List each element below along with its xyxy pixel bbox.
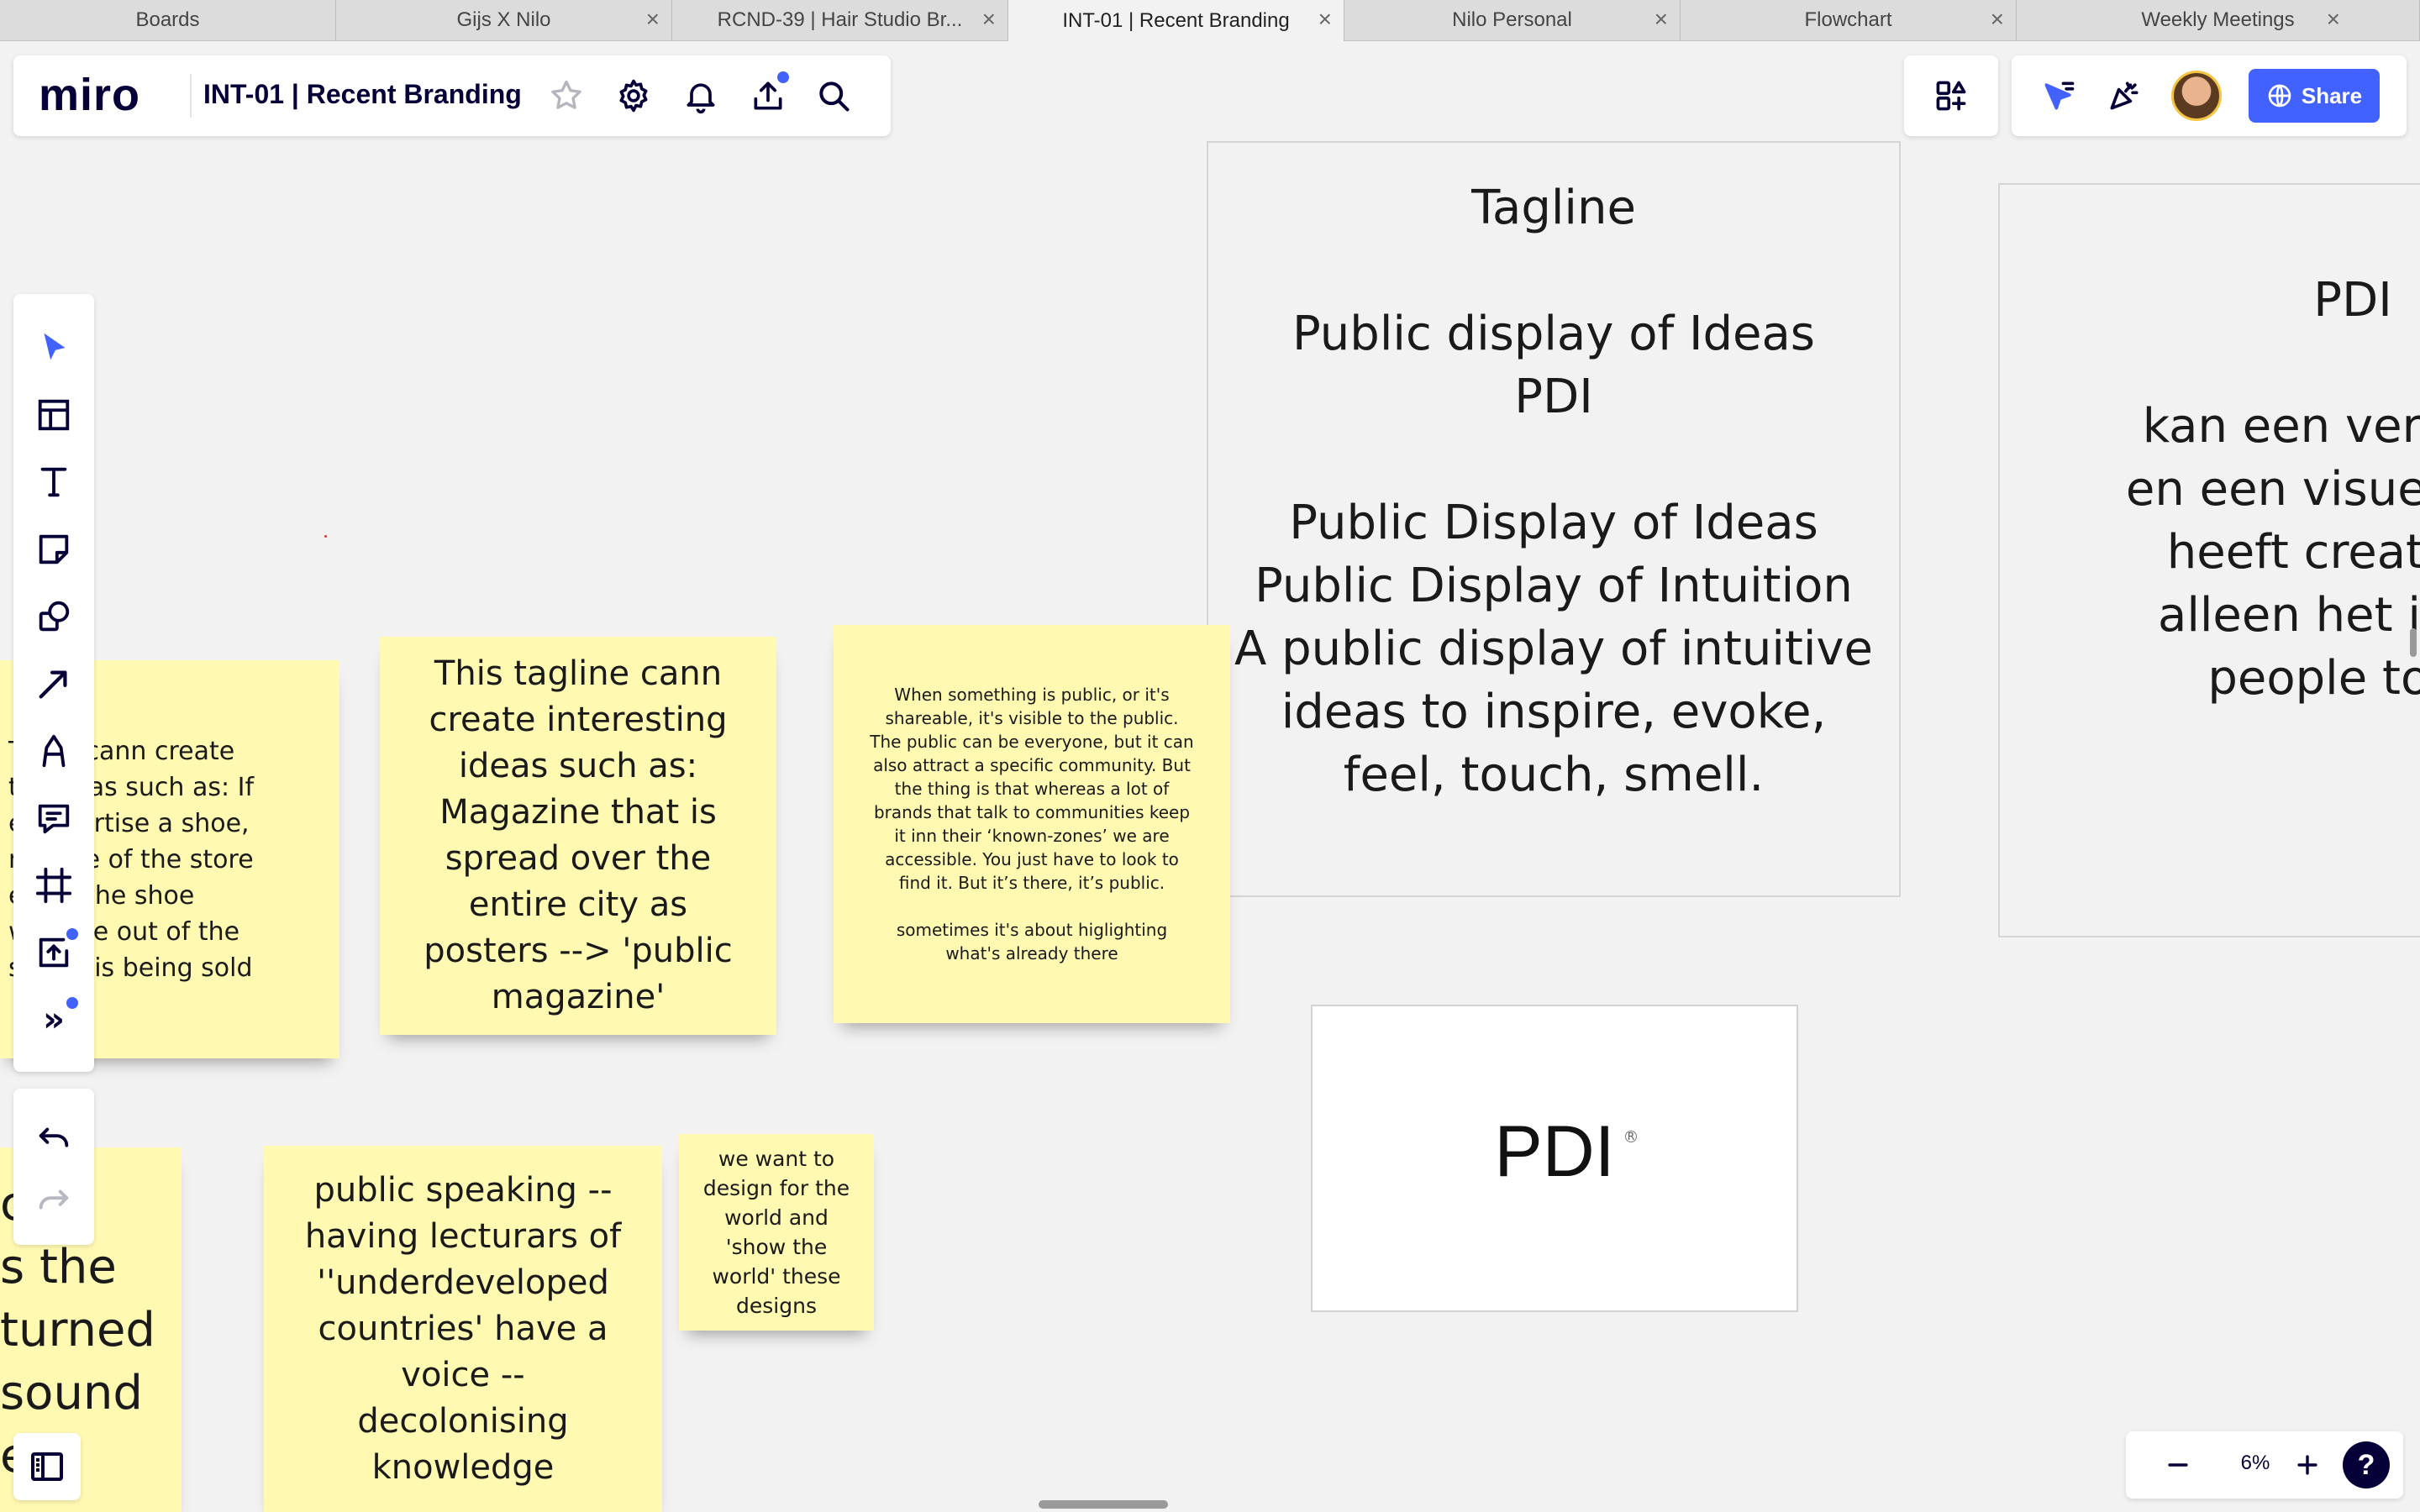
shapes-icon[interactable] bbox=[30, 593, 77, 640]
bell-icon[interactable] bbox=[677, 72, 724, 119]
horizontal-scrollbar[interactable] bbox=[1039, 1500, 1168, 1509]
sticky-note-text: we want to design for the world and 'sho… bbox=[702, 1147, 850, 1318]
registered-mark: R bbox=[1625, 1131, 1637, 1142]
browser-tab-weekly-meetings[interactable]: Weekly Meetings × bbox=[2017, 0, 2420, 40]
gear-icon[interactable] bbox=[610, 72, 657, 119]
sticky-note-icon[interactable] bbox=[30, 526, 77, 573]
sidebar-icon bbox=[31, 1452, 63, 1481]
star-icon[interactable] bbox=[543, 72, 590, 119]
frame-pdi[interactable]: PDI kan een vertaal sl en een visueel sl… bbox=[1998, 183, 2420, 937]
globe-icon bbox=[2268, 84, 2291, 108]
collaboration-bar: Share bbox=[2012, 55, 2407, 136]
tab-label: Nilo Personal bbox=[1452, 8, 1572, 31]
sticky-note[interactable]: public speaking -- having lecturars of '… bbox=[264, 1146, 662, 1512]
close-icon[interactable]: × bbox=[1318, 8, 1332, 31]
sticky-note-text: When something is public, or it's sharea… bbox=[870, 685, 1194, 963]
sticky-note[interactable]: we want to design for the world and 'sho… bbox=[679, 1134, 874, 1331]
zoom-controls: 6% ? bbox=[2126, 1431, 2403, 1499]
comment-icon[interactable] bbox=[30, 795, 77, 842]
minus-icon bbox=[2168, 1463, 2188, 1467]
templates-icon[interactable] bbox=[30, 391, 77, 438]
divider bbox=[190, 74, 192, 118]
plus-icon bbox=[2297, 1455, 2317, 1475]
more-tools-icon[interactable]: » bbox=[30, 995, 81, 1043]
select-tool-icon[interactable] bbox=[30, 324, 77, 371]
sticky-note[interactable]: This tagline cann create interesting ide… bbox=[380, 637, 776, 1035]
pen-icon[interactable] bbox=[30, 727, 77, 774]
browser-tab-nilo-personal[interactable]: Nilo Personal × bbox=[1344, 0, 1681, 40]
celebrate-icon[interactable] bbox=[2101, 72, 2148, 119]
canvas-speck bbox=[324, 535, 327, 538]
redo-icon[interactable] bbox=[30, 1178, 77, 1225]
text-tool-icon[interactable] bbox=[30, 459, 77, 506]
board-title[interactable]: INT-01 | Recent Branding bbox=[203, 79, 522, 110]
board-header: miro INT-01 | Recent Branding bbox=[13, 55, 891, 136]
close-icon[interactable]: × bbox=[1991, 8, 2004, 31]
close-icon[interactable]: × bbox=[646, 8, 660, 31]
browser-tab-flowchart[interactable]: Flowchart × bbox=[1681, 0, 2017, 40]
board-panel-button[interactable] bbox=[13, 1433, 81, 1500]
upload-tool-icon[interactable] bbox=[30, 926, 81, 976]
browser-tab-int-01[interactable]: INT-01 | Recent Branding × bbox=[1008, 0, 1344, 41]
notification-dot bbox=[64, 995, 81, 1011]
search-icon[interactable] bbox=[810, 72, 857, 119]
browser-tab-gijs-x-nilo[interactable]: Gijs X Nilo × bbox=[336, 0, 672, 40]
tab-label: Flowchart bbox=[1804, 8, 1892, 31]
notification-dot bbox=[64, 926, 81, 942]
notification-dot bbox=[775, 69, 792, 86]
tab-label: Boards bbox=[135, 8, 200, 31]
tab-label: Gijs X Nilo bbox=[456, 8, 551, 31]
browser-tab-strip: Boards Gijs X Nilo × RCND-39 | Hair Studi… bbox=[0, 0, 2420, 41]
tab-label: INT-01 | Recent Branding bbox=[1062, 8, 1290, 32]
undo-redo-bar bbox=[13, 1089, 94, 1245]
apps-bar bbox=[1904, 55, 1998, 136]
cursor-filter-icon[interactable] bbox=[2035, 72, 2082, 119]
frame-tagline[interactable]: Tagline Public display of Ideas PDI Publ… bbox=[1207, 141, 1901, 897]
tab-label: RCND-39 | Hair Studio Br... bbox=[717, 8, 963, 31]
connection-line-icon[interactable] bbox=[30, 660, 77, 707]
more-tools-label: » bbox=[43, 1000, 65, 1039]
avatar[interactable] bbox=[2171, 71, 2222, 121]
miro-logo[interactable]: miro bbox=[39, 69, 140, 121]
apps-icon[interactable] bbox=[1928, 72, 1975, 119]
close-icon[interactable]: × bbox=[982, 8, 996, 31]
tab-label: Weekly Meetings bbox=[2141, 8, 2295, 31]
sticky-note-text: This tagline cann create interesting ide… bbox=[424, 654, 733, 1016]
frame-icon[interactable] bbox=[30, 862, 77, 909]
frame-pdi-text: PDI kan een vertaal sl en een visueel sl… bbox=[2125, 273, 2420, 706]
help-button[interactable]: ? bbox=[2343, 1441, 2390, 1488]
tools-toolbar: » bbox=[13, 294, 94, 1072]
browser-tab-boards[interactable]: Boards bbox=[0, 0, 336, 40]
pdi-logo-card[interactable]: PDI R bbox=[1311, 1005, 1798, 1312]
sticky-note[interactable]: When something is public, or it's sharea… bbox=[834, 625, 1230, 1023]
undo-icon[interactable] bbox=[30, 1116, 77, 1163]
close-icon[interactable]: × bbox=[1655, 8, 1668, 31]
vertical-scrollbar[interactable] bbox=[2410, 628, 2417, 657]
zoom-in-button[interactable] bbox=[2284, 1441, 2331, 1488]
upload-icon[interactable] bbox=[744, 69, 792, 119]
pdi-logo-text: PDI bbox=[1494, 1111, 1615, 1192]
browser-tab-rcnd-39[interactable]: RCND-39 | Hair Studio Br... × bbox=[672, 0, 1008, 40]
close-icon[interactable]: × bbox=[2327, 8, 2340, 31]
sticky-note-text: public speaking -- having lecturars of '… bbox=[304, 1170, 622, 1487]
share-label: Share bbox=[2301, 82, 2363, 108]
share-button[interactable]: Share bbox=[2249, 69, 2380, 123]
zoom-out-button[interactable] bbox=[2154, 1441, 2202, 1488]
frame-tagline-text: Tagline Public display of Ideas PDI Publ… bbox=[1234, 181, 1873, 802]
